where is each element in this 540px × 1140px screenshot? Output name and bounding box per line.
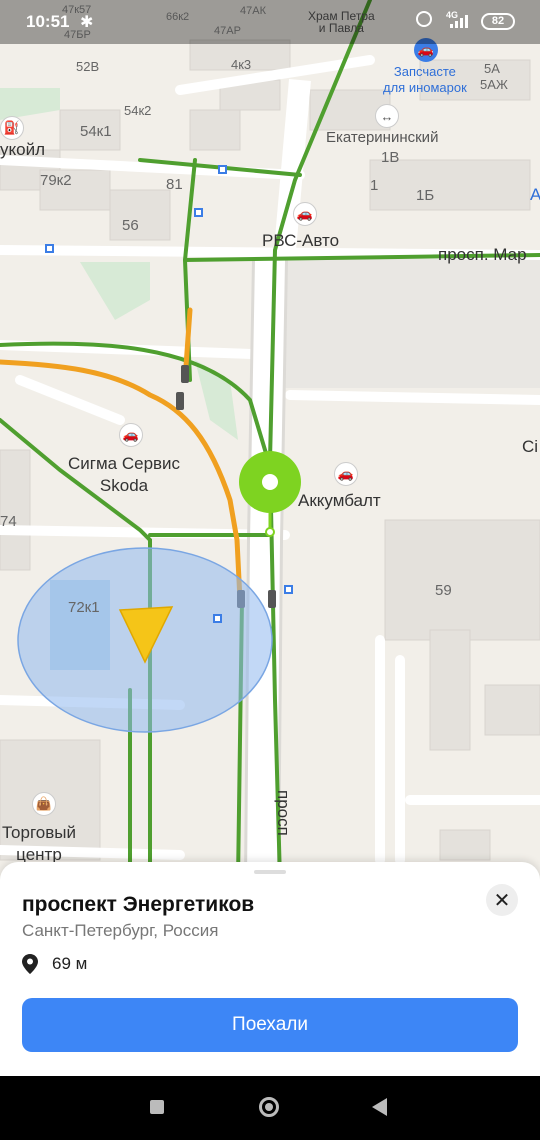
battery-icon: 82 <box>481 13 515 30</box>
poi-label-lukoil[interactable]: укойл <box>0 141 45 158</box>
location-pin-icon <box>22 954 38 974</box>
place-subtitle: Санкт-Петербург, Россия <box>22 921 219 940</box>
bus-stop-icon[interactable] <box>213 614 222 623</box>
map-label: 56 <box>122 217 139 234</box>
bus-stop-icon[interactable] <box>194 208 203 217</box>
map-label: 72к1 <box>68 599 100 616</box>
gas-pump-icon[interactable]: ⛽ <box>0 116 24 140</box>
car-icon[interactable]: 🚗 <box>119 423 143 447</box>
map-label: 54к2 <box>124 103 152 118</box>
distance-row: 69 м <box>22 954 87 974</box>
street-label-prosp-vertical: просп <box>274 790 293 836</box>
map-label: 5А <box>484 61 500 76</box>
map-label: 1Б <box>416 187 435 204</box>
close-button[interactable]: ✕ <box>486 884 518 916</box>
home-button[interactable] <box>259 1097 279 1117</box>
map-label: 81 <box>166 176 183 193</box>
place-card[interactable]: проспект Энергетиков Санкт-Петербург, Ро… <box>0 862 540 1076</box>
map-label: 52В <box>76 59 100 74</box>
map-label: 54к1 <box>80 123 112 140</box>
poi-label-rvs-avto[interactable]: РВС-Авто <box>262 232 339 249</box>
poi-label-edge-a: A <box>530 185 540 204</box>
map-label: 79к2 <box>40 172 72 189</box>
shopping-bag-icon[interactable]: 👜 <box>32 792 56 816</box>
back-button[interactable] <box>372 1098 387 1116</box>
map-label: 74 <box>0 513 17 530</box>
poi-label-ekaterininsky[interactable]: Екатерининский <box>326 130 438 145</box>
map-label: 1В <box>381 149 400 166</box>
close-icon: ✕ <box>493 889 511 912</box>
system-nav-bar <box>0 1076 540 1140</box>
place-title: проспект Энергетиков <box>22 893 255 916</box>
distance-value: 69 м <box>52 954 88 973</box>
poi-label-sigma-service[interactable]: Сигма Сервис Skoda <box>68 453 180 497</box>
go-button[interactable]: Поехали <box>22 998 518 1052</box>
bus-stop-icon[interactable] <box>284 585 293 594</box>
signal-icon <box>450 14 468 28</box>
map-view[interactable]: 47к57 66к2 47АК 47АР 47БР 52В 4к3 5А 5АЖ… <box>0 0 540 880</box>
map-label: 4к3 <box>231 57 252 72</box>
bus-stop-icon[interactable] <box>45 244 54 253</box>
sheet-drag-handle[interactable] <box>254 870 286 874</box>
car-icon[interactable]: 🚗 <box>293 202 317 226</box>
dumbbell-icon[interactable]: ↔ <box>375 104 399 128</box>
alarm-icon <box>416 11 432 27</box>
car-icon[interactable]: 🚗 <box>334 462 358 486</box>
bus-stop-icon[interactable] <box>218 165 227 174</box>
poi-label-parts[interactable]: Запсчасте для иномарок <box>383 64 467 95</box>
poi-label-shopping-center[interactable]: Торговый центр <box>2 822 76 866</box>
status-time: 10:51 <box>26 12 70 31</box>
map-label: 5АЖ <box>480 77 508 92</box>
poi-label-edge: Ci <box>522 437 539 456</box>
bluetooth-icon: ✱ <box>80 14 94 31</box>
poi-label-akkumbalt[interactable]: Аккумбалт <box>298 492 381 509</box>
street-label-prosp-mar: просп. Мар <box>438 245 527 264</box>
map-label: 59 <box>435 582 452 599</box>
map-label: 1 <box>370 177 379 194</box>
recent-apps-button[interactable] <box>150 1100 164 1114</box>
status-bar: 10:51 ✱ 4G 82 <box>0 0 540 44</box>
